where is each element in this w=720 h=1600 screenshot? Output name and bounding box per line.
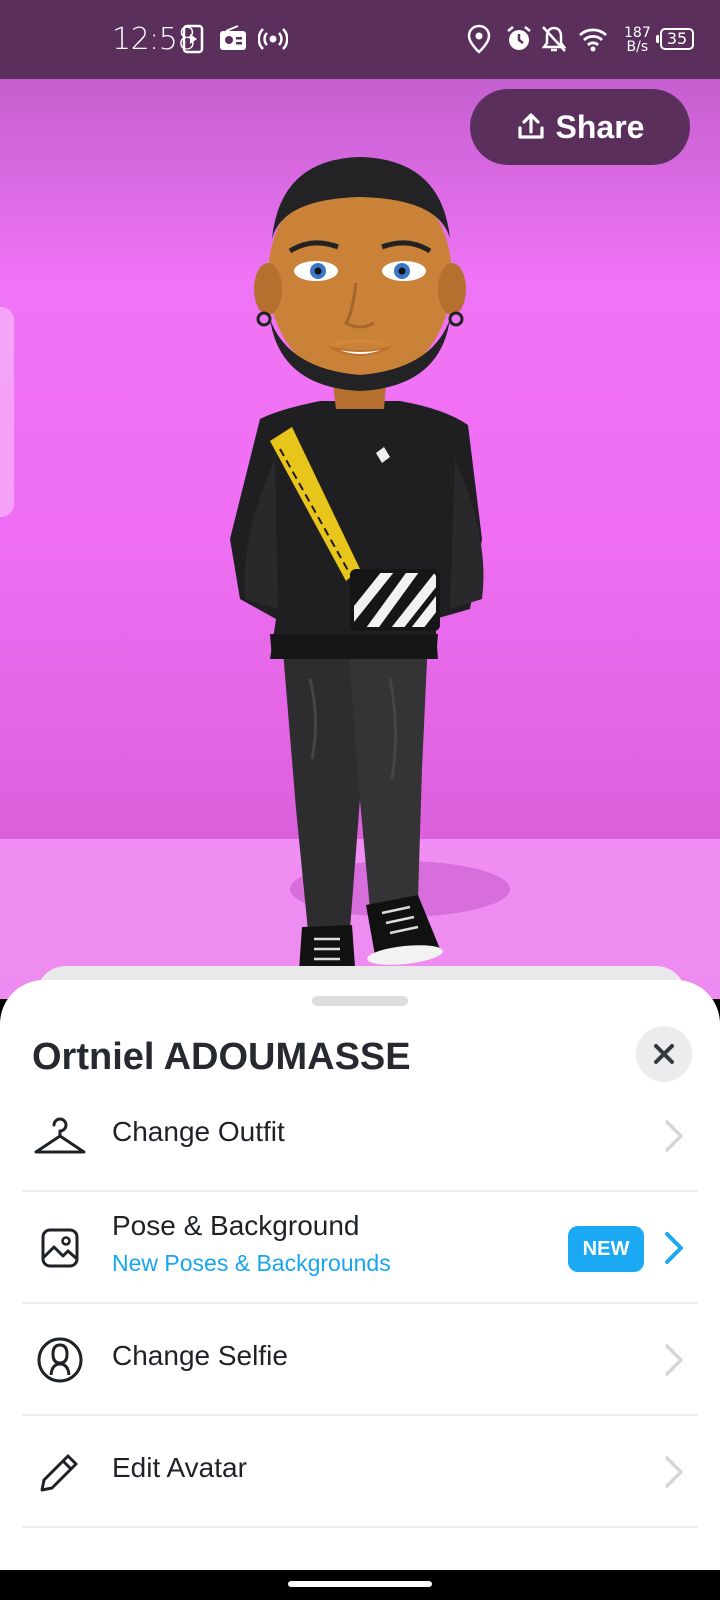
hanger-icon — [34, 1117, 86, 1154]
avatar-options-sheet: Ortniel ADOUMASSE Change Outfit Pose & B… — [0, 980, 720, 1570]
network-speed: 187 B/s — [624, 26, 651, 54]
close-button[interactable] — [636, 1026, 692, 1082]
hotspot-icon — [258, 28, 288, 50]
bitmoji-avatar — [230, 157, 510, 989]
radio-icon — [220, 25, 246, 50]
wifi-icon — [579, 28, 607, 52]
chevron-right-icon — [665, 1344, 683, 1376]
sheet-grabber[interactable] — [312, 996, 408, 1006]
home-indicator[interactable] — [288, 1581, 432, 1587]
chevron-right-icon — [665, 1120, 683, 1152]
person-circle-icon — [37, 1337, 83, 1383]
battery-icon: 35 — [656, 28, 694, 50]
pencil-icon — [40, 1454, 78, 1492]
alarm-icon — [507, 26, 531, 50]
image-icon — [41, 1228, 79, 1268]
chevron-right-icon — [665, 1456, 683, 1488]
new-badge: NEW — [568, 1226, 644, 1272]
divider — [22, 1526, 698, 1528]
menu-item-pose-background[interactable]: Pose & Background New Poses & Background… — [22, 1192, 698, 1304]
menu-item-label: Change Outfit — [112, 1116, 285, 1147]
avatar-scene: Share — [0, 79, 720, 999]
sheet-title: Ortniel ADOUMASSE — [32, 1036, 411, 1078]
menu-item-edit-avatar[interactable]: Edit Avatar — [22, 1416, 698, 1528]
share-label: Share — [555, 108, 645, 145]
menu-item-label: Edit Avatar — [112, 1452, 247, 1483]
status-bar: 12:58 187 B/s 35 — [0, 0, 720, 79]
menu-item-change-outfit[interactable]: Change Outfit — [22, 1080, 698, 1192]
location-icon — [467, 24, 491, 54]
close-icon — [654, 1044, 674, 1064]
system-nav-bar — [0, 1570, 720, 1600]
battery-level: 35 — [666, 29, 688, 48]
network-speed-unit: B/s — [626, 39, 649, 55]
menu-item-label: Pose & Background — [112, 1210, 360, 1241]
chevron-right-icon — [665, 1232, 683, 1264]
side-panel-handle[interactable] — [0, 307, 14, 517]
menu-item-label: Change Selfie — [112, 1340, 288, 1371]
menu-item-change-selfie[interactable]: Change Selfie — [22, 1304, 698, 1416]
share-button[interactable]: Share — [470, 89, 690, 165]
bell-off-icon — [541, 26, 567, 52]
network-speed-value: 187 — [624, 25, 651, 41]
menu-item-subtitle: New Poses & Backgrounds — [112, 1250, 391, 1276]
upload-icon — [517, 113, 544, 139]
media-play-icon — [182, 24, 204, 54]
